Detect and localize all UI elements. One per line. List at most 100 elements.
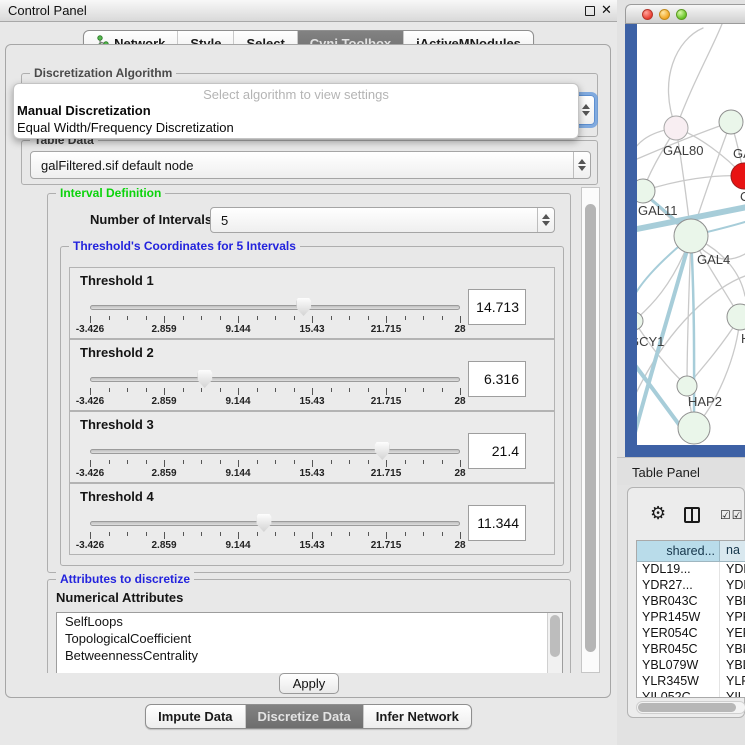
table-row[interactable]: YIL052CYIL0 — [637, 690, 745, 698]
cell-shared-name: YDL19... — [637, 562, 720, 578]
vertical-scrollbar[interactable] — [581, 187, 600, 673]
tick-label: -3.426 — [76, 324, 104, 335]
network-node[interactable] — [731, 163, 745, 189]
node-label: C — [740, 189, 745, 204]
network-node[interactable] — [727, 304, 745, 330]
tick-label: 9.144 — [225, 324, 250, 335]
tick-label: 28 — [454, 540, 465, 551]
table-row[interactable]: YDR27...YDR2 — [637, 578, 745, 594]
threshold-value-field[interactable]: 21.4 — [468, 433, 526, 469]
slider-track[interactable] — [90, 305, 460, 310]
slider-thumb[interactable] — [296, 298, 311, 316]
list-scrollbar[interactable] — [547, 613, 562, 673]
close-traffic-light-icon[interactable] — [642, 9, 653, 20]
slider-tick-labels: -3.4262.8599.14415.4321.71528 — [90, 324, 460, 336]
slider-thumb[interactable] — [375, 442, 390, 460]
column-header-shared-name[interactable]: shared... — [637, 541, 720, 561]
network-node[interactable] — [678, 412, 710, 444]
numerical-attributes-list[interactable]: SelfLoopsTopologicalCoefficientBetweenne… — [56, 612, 563, 673]
threshold-slider: -3.4262.8599.14415.4321.71528 — [90, 444, 460, 478]
attribute-item-topologicalcoefficient[interactable]: TopologicalCoefficient — [57, 630, 562, 647]
close-icon[interactable]: ✕ — [601, 2, 612, 18]
algorithm-dropdown-popup: Select algorithm to view settings Manual… — [13, 83, 579, 139]
threshold-label: Threshold 3 — [80, 417, 154, 432]
threshold-label: Threshold 1 — [80, 273, 154, 288]
bottom-tab-group: Impute Data Discretize DataInfer Network — [145, 704, 472, 729]
table-header-row: shared... na — [637, 541, 745, 562]
node-label: GAL80 — [663, 143, 703, 158]
table-row[interactable]: YBR045CYBR0 — [637, 642, 745, 658]
combo-value: 5 — [211, 213, 537, 228]
network-view-frame: GAL80GACGAL11GAL4GCY1HHAP2 — [625, 24, 745, 457]
stepper-icon — [573, 152, 590, 178]
slider-ticks — [90, 460, 460, 468]
table-rows: YDL19...YDL1YDR27...YDR2YBR043CYBR0YPR14… — [637, 562, 745, 698]
slider-tick-labels: -3.4262.8599.14415.4321.71528 — [90, 540, 460, 552]
horizontal-scrollbar[interactable] — [636, 701, 745, 714]
table-row[interactable]: YBL079WYBL0 — [637, 658, 745, 674]
minimize-traffic-light-icon[interactable] — [659, 9, 670, 20]
node-attribute-table[interactable]: shared... na YDL19...YDL1YDR27...YDR2YBR… — [636, 540, 745, 698]
slider-track[interactable] — [90, 521, 460, 526]
attribute-item-selfloops[interactable]: SelfLoops — [57, 613, 562, 630]
slider-thumb[interactable] — [197, 370, 212, 388]
split-columns-icon[interactable] — [684, 507, 700, 523]
vertical-scrollbar-thumb[interactable] — [585, 204, 596, 652]
column-header-name[interactable]: na — [720, 541, 745, 561]
window-title: Control Panel — [8, 3, 87, 18]
network-view-window: GAL80GACGAL11GAL4GCY1HHAP2 — [625, 4, 745, 457]
cell-shared-name: YPR145W — [637, 610, 720, 626]
network-canvas[interactable]: GAL80GACGAL11GAL4GCY1HHAP2 — [637, 24, 745, 445]
network-node[interactable] — [664, 116, 688, 140]
tick-label: 2.859 — [151, 540, 176, 551]
attribute-item-betweennesscentrality[interactable]: BetweennessCentrality — [57, 647, 562, 664]
threshold-value-field[interactable]: 6.316 — [468, 361, 526, 397]
tab-discretize-data[interactable]: Discretize Data — [245, 705, 363, 728]
slider-tick-labels: -3.4262.8599.14415.4321.71528 — [90, 396, 460, 408]
network-node[interactable] — [674, 219, 708, 253]
threshold-value-field[interactable]: 14.713 — [468, 289, 526, 325]
tab-label: Impute Data — [158, 709, 232, 724]
table-row[interactable]: YLR345WYLR3 — [637, 674, 745, 690]
slider-ticks — [90, 532, 460, 540]
gear-icon[interactable]: ⚙ — [650, 503, 666, 524]
tick-label: 28 — [454, 324, 465, 335]
table-data-combobox[interactable]: galFiltered.sif default node — [30, 151, 591, 179]
network-node[interactable] — [719, 110, 743, 134]
table-row[interactable]: YER054CYER0 — [637, 626, 745, 642]
stepper-icon — [537, 208, 554, 232]
tab-impute-data[interactable]: Impute Data — [146, 705, 244, 728]
slider-track[interactable] — [90, 449, 460, 454]
tick-label: 2.859 — [151, 396, 176, 407]
interval-definition-group: Interval Definition Number of Intervals … — [47, 193, 571, 573]
group-label: Threshold's Coordinates for 5 Intervals — [69, 239, 300, 253]
table-row[interactable]: YDL19...YDL1 — [637, 562, 745, 578]
slider-track[interactable] — [90, 377, 460, 382]
tab-infer-network[interactable]: Infer Network — [363, 705, 471, 728]
cell-name: YBR0 — [720, 642, 745, 658]
table-row[interactable]: YPR145WYPR1 — [637, 610, 745, 626]
tick-label: 21.715 — [371, 324, 402, 335]
horizontal-scrollbar-thumb[interactable] — [638, 703, 736, 712]
float-window-icon[interactable] — [585, 6, 595, 16]
network-node[interactable] — [637, 312, 643, 330]
network-node[interactable] — [677, 376, 697, 396]
stepper-icon — [577, 96, 594, 124]
zoom-traffic-light-icon[interactable] — [676, 9, 687, 20]
threshold-panel-3: Threshold 3 -3.4262.8599.14415.4321.71528… — [69, 411, 555, 483]
table-data-group: Table Data galFiltered.sif default node — [21, 140, 598, 185]
tick-label: 9.144 — [225, 468, 250, 479]
cell-name: YPR1 — [720, 610, 745, 626]
select-columns-icon[interactable]: ☑☑ — [720, 508, 744, 522]
threshold-panel-1: Threshold 1 -3.4262.8599.14415.4321.71528… — [69, 267, 555, 339]
dropdown-option-manual-discretization[interactable]: Manual Discretization — [14, 102, 578, 119]
number-of-intervals-combobox[interactable]: 5 — [210, 207, 555, 233]
slider-thumb[interactable] — [256, 514, 271, 532]
control-panel-titlebar: Control Panel ✕ — [0, 0, 617, 22]
apply-button[interactable]: Apply — [279, 673, 339, 694]
dropdown-option-equal-width-frequency-discretization[interactable]: Equal Width/Frequency Discretization — [14, 119, 578, 136]
network-graph: GAL80GACGAL11GAL4GCY1HHAP2 — [637, 24, 745, 445]
table-row[interactable]: YBR043CYBR0 — [637, 594, 745, 610]
threshold-value-field[interactable]: 11.344 — [468, 505, 526, 541]
number-of-intervals-label: Number of Intervals — [90, 212, 212, 227]
